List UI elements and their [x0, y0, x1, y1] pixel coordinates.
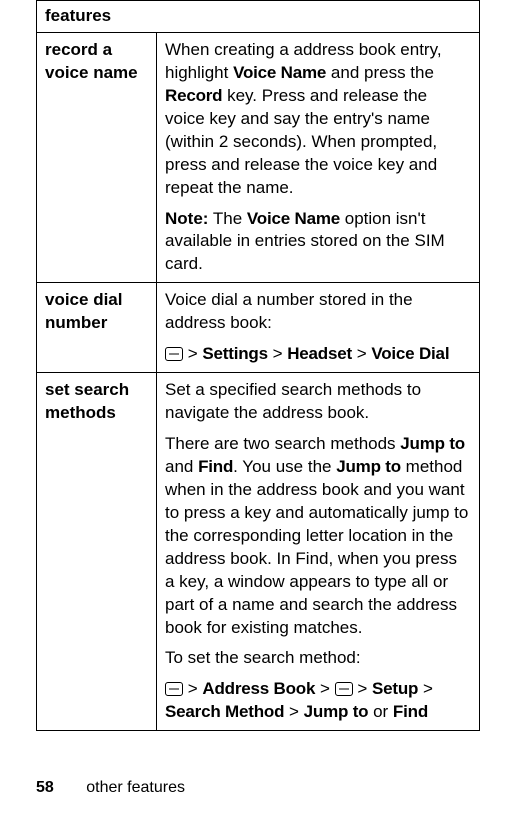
text-run: Settings [202, 344, 267, 363]
feature-name: voice dial number [37, 283, 157, 373]
text-run: Find [198, 457, 233, 476]
text-run: Record [165, 86, 222, 105]
text-run: Voice Name [247, 209, 340, 228]
text-run: Jump to [336, 457, 401, 476]
text-run: There are two search methods [165, 434, 400, 453]
text-run: > [315, 679, 334, 698]
text-run: > [352, 344, 371, 363]
text-run: and [165, 457, 198, 476]
table-header: features [37, 1, 480, 33]
text-run: > [353, 679, 372, 698]
text-run: Jump to [400, 434, 465, 453]
text-run: Headset [287, 344, 352, 363]
text-run: and press the [326, 63, 434, 82]
text-run: Search Method [165, 702, 284, 721]
text-run: Setup [372, 679, 418, 698]
paragraph: > Settings > Headset > Voice Dial [165, 343, 471, 366]
text-run: > [268, 344, 287, 363]
page-number: 58 [36, 779, 54, 796]
text-run: To set the search method: [165, 648, 361, 667]
text-run: Voice Name [233, 63, 326, 82]
text-run: Find [393, 702, 428, 721]
text-run: Jump to [304, 702, 369, 721]
feature-name: record a voice name [37, 32, 157, 282]
table-row: record a voice nameWhen creating a addre… [37, 32, 480, 282]
text-run: The [208, 209, 246, 228]
paragraph: When creating a address book entry, high… [165, 39, 471, 200]
paragraph: There are two search methods Jump to and… [165, 433, 471, 639]
feature-description: When creating a address book entry, high… [157, 32, 480, 282]
text-run: Voice Dial [371, 344, 449, 363]
section-title: other features [86, 779, 185, 796]
text-run: . You use the [233, 457, 336, 476]
feature-description: Set a specified search methods to naviga… [157, 373, 480, 731]
table-row: voice dial numberVoice dial a number sto… [37, 283, 480, 373]
text-run: or [368, 702, 393, 721]
table-row: set search methodsSet a specified search… [37, 373, 480, 731]
text-run: method when in the address book and you … [165, 457, 468, 637]
text-run: Set a specified search methods to naviga… [165, 380, 421, 422]
text-run: Voice dial a number stored in the addres… [165, 290, 413, 332]
text-run: > [183, 344, 202, 363]
text-run: > [284, 702, 303, 721]
text-run: > [183, 679, 202, 698]
page-footer: 58 other features [36, 779, 185, 797]
paragraph: Voice dial a number stored in the addres… [165, 289, 471, 335]
paragraph: To set the search method: [165, 647, 471, 670]
feature-description: Voice dial a number stored in the addres… [157, 283, 480, 373]
text-run: Note: [165, 209, 208, 228]
paragraph: Note: The Voice Name option isn't availa… [165, 208, 471, 277]
paragraph: > Address Book > > Setup > Search Method… [165, 678, 471, 724]
table-body: record a voice nameWhen creating a addre… [37, 32, 480, 730]
paragraph: Set a specified search methods to naviga… [165, 379, 471, 425]
text-run: > [418, 679, 433, 698]
menu-key-icon [165, 347, 183, 361]
feature-name: set search methods [37, 373, 157, 731]
menu-key-icon [335, 682, 353, 696]
text-run: Address Book [202, 679, 315, 698]
features-table: features record a voice nameWhen creatin… [36, 0, 480, 731]
menu-key-icon [165, 682, 183, 696]
